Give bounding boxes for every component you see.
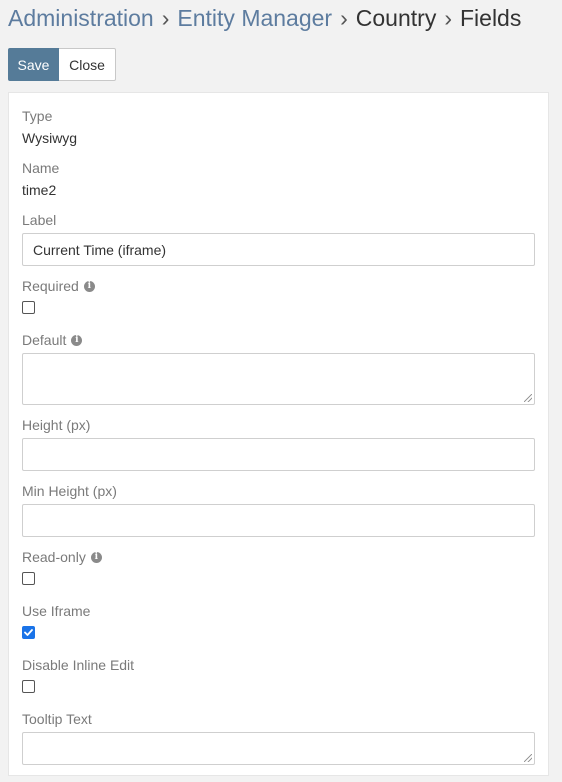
field-disable-inline-edit: Disable Inline Edit — [22, 656, 535, 693]
type-label: Type — [22, 108, 53, 124]
read-only-label: Read-only — [22, 549, 86, 565]
name-label: Name — [22, 160, 60, 176]
field-tooltip-text: Tooltip Text — [22, 710, 535, 765]
page-title: Fields — [460, 5, 522, 31]
breadcrumb-separator: › — [340, 5, 348, 31]
default-label-row: Default i — [22, 331, 535, 349]
field-type: Type Wysiwyg — [22, 107, 535, 148]
resize-grip-icon[interactable] — [524, 754, 532, 762]
save-button[interactable]: Save — [8, 48, 59, 81]
breadcrumb-country: Country — [355, 5, 437, 31]
name-value: time2 — [22, 182, 57, 198]
info-icon[interactable]: i — [71, 334, 83, 346]
tooltip-text-textarea[interactable] — [22, 732, 535, 765]
close-button[interactable]: Close — [59, 48, 116, 81]
type-value: Wysiwyg — [22, 130, 78, 146]
disable-inline-edit-checkbox[interactable] — [22, 680, 35, 693]
toolbar: Save Close — [8, 48, 116, 81]
required-label-row: Required i — [22, 277, 535, 295]
default-textarea[interactable] — [22, 353, 535, 405]
tooltip-text-label: Tooltip Text — [22, 711, 92, 727]
disable-inline-edit-label: Disable Inline Edit — [22, 657, 135, 673]
field-height: Height (px) — [22, 416, 535, 471]
checkmark-icon — [24, 629, 33, 636]
field-required: Required i — [22, 277, 535, 314]
read-only-checkbox[interactable] — [22, 572, 35, 585]
label-input[interactable]: Current Time (iframe) — [22, 233, 535, 266]
info-icon[interactable]: i — [90, 551, 102, 563]
field-edit-panel: Type Wysiwyg Name time2 Label Current Ti… — [8, 92, 549, 776]
field-read-only: Read-only i — [22, 548, 535, 585]
breadcrumb-administration[interactable]: Administration — [8, 5, 154, 31]
field-min-height: Min Height (px) — [22, 482, 535, 537]
height-label: Height (px) — [22, 417, 91, 433]
resize-grip-icon[interactable] — [524, 394, 532, 402]
field-name: Name time2 — [22, 159, 535, 200]
breadcrumb-separator: › — [444, 5, 452, 31]
min-height-input[interactable] — [22, 504, 535, 537]
default-label: Default — [22, 332, 67, 348]
breadcrumb-separator: › — [161, 5, 170, 31]
breadcrumb-entity-manager[interactable]: Entity Manager — [177, 5, 332, 31]
field-use-iframe: Use Iframe — [22, 602, 535, 639]
read-only-label-row: Read-only i — [22, 548, 535, 566]
min-height-label: Min Height (px) — [22, 483, 117, 499]
height-input[interactable] — [22, 438, 535, 471]
field-label: Label Current Time (iframe) — [22, 211, 535, 266]
use-iframe-label: Use Iframe — [22, 603, 91, 619]
label-label: Label — [22, 212, 57, 228]
use-iframe-checkbox[interactable] — [22, 626, 35, 639]
info-icon[interactable]: i — [83, 280, 95, 292]
required-checkbox[interactable] — [22, 301, 35, 314]
field-default: Default i — [22, 331, 535, 405]
breadcrumb: Administration › Entity Manager › Country › Fi… — [8, 3, 521, 33]
required-label: Required — [22, 278, 79, 294]
